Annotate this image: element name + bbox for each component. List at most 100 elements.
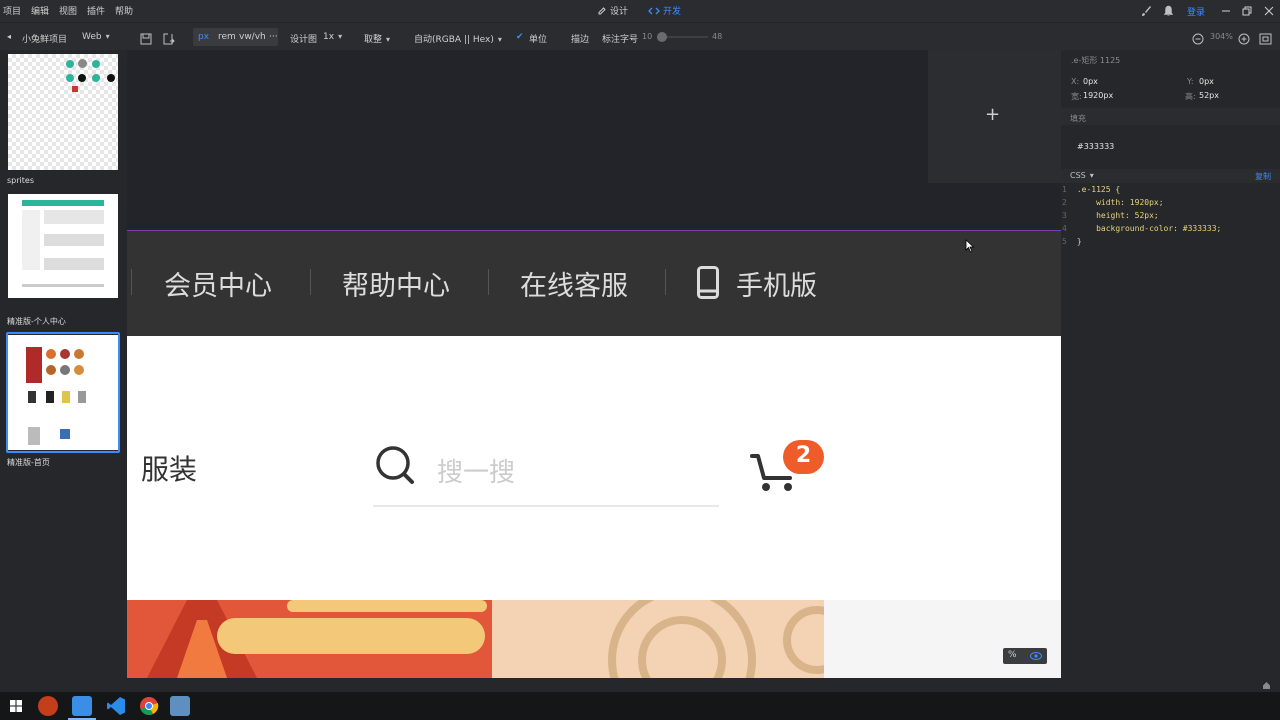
tab-dev-label: 开发 xyxy=(663,7,682,17)
css-select[interactable]: CSS xyxy=(1070,171,1094,180)
vscode-icon[interactable] xyxy=(106,696,126,716)
thumb-product xyxy=(60,349,70,359)
search-icon[interactable] xyxy=(376,446,416,486)
tab-design-label: 设计 xyxy=(610,7,629,17)
home-icon[interactable] xyxy=(1262,681,1271,690)
stroke-toggle[interactable]: 描边 xyxy=(571,32,589,45)
zoom-in-button[interactable] xyxy=(1238,30,1250,49)
nav-mobile[interactable]: 手机版 xyxy=(736,264,817,303)
fill-value[interactable]: #333333 xyxy=(1077,142,1114,151)
sprite-swatch xyxy=(66,60,74,68)
nav-divider xyxy=(310,269,311,295)
thumb-product xyxy=(28,427,40,445)
nav-online-service[interactable]: 在线客服 xyxy=(520,264,628,303)
site-nav-bar[interactable]: 会员中心 帮助中心 在线客服 手机版 xyxy=(127,231,1061,336)
restore-button[interactable] xyxy=(1242,3,1252,19)
thumb-product xyxy=(28,391,36,403)
rounding-select[interactable]: 取整 xyxy=(364,32,390,45)
code-line: 1 .e-1125 { xyxy=(1062,185,1120,194)
canvas-float-tools: % xyxy=(1003,648,1047,664)
tab-design[interactable]: 设计 xyxy=(597,4,628,17)
copy-button[interactable]: 复制 xyxy=(1255,171,1271,182)
inspector-panel: .e-矩形 1125 X: 0px Y: 0px 宽: 1920px 高: 52… xyxy=(1061,50,1280,678)
nav-help-center[interactable]: 帮助中心 xyxy=(342,264,450,303)
windows-start-icon[interactable] xyxy=(10,700,22,712)
thumb-block xyxy=(44,258,104,270)
banner-image[interactable] xyxy=(127,600,824,678)
back-arrow-icon[interactable]: ◂ xyxy=(7,32,11,41)
brush-button[interactable] xyxy=(1140,3,1152,19)
export-button[interactable] xyxy=(140,30,152,49)
minimize-button[interactable] xyxy=(1221,3,1231,19)
page-label: 精准版-首页 xyxy=(7,458,50,467)
menu-view[interactable]: 视图 xyxy=(59,4,77,17)
zoom-out-button[interactable] xyxy=(1192,30,1204,49)
os-taskbar xyxy=(0,692,1280,720)
thumb-footer xyxy=(22,284,104,287)
menu-help[interactable]: 帮助 xyxy=(115,4,133,17)
code-text: } xyxy=(1076,237,1082,246)
thumb-product xyxy=(46,391,54,403)
design-canvas[interactable]: 会员中心 帮助中心 在线客服 手机版 服装 搜一搜 2 % + xyxy=(127,50,1061,678)
layer-name: .e-矩形 1125 xyxy=(1071,56,1121,65)
nav-member-center[interactable]: 会员中心 xyxy=(164,264,272,303)
chrome-icon[interactable] xyxy=(139,696,159,716)
font-slider-handle[interactable] xyxy=(657,32,667,42)
mobile-phone-icon xyxy=(697,266,719,299)
check-icon[interactable]: ✔ xyxy=(516,32,524,42)
y-label: Y: xyxy=(1187,77,1194,86)
width-label: 宽: xyxy=(1071,92,1082,101)
search-input[interactable]: 搜一搜 xyxy=(437,452,515,489)
thumb-sidebar xyxy=(22,210,40,270)
unit-vw[interactable]: vw/vh xyxy=(239,32,266,42)
page-thumbnail-personal-center[interactable] xyxy=(8,194,118,298)
percent-icon[interactable]: % xyxy=(1008,650,1017,660)
menu-edit[interactable]: 编辑 xyxy=(31,4,49,17)
unit-checkbox-label: 单位 xyxy=(529,35,548,45)
login-link[interactable]: 登录 xyxy=(1187,3,1205,19)
menu-project[interactable]: 项目 xyxy=(3,4,21,17)
plus-icon[interactable]: + xyxy=(985,104,1000,125)
design-app-icon[interactable] xyxy=(72,696,92,716)
fit-screen-button[interactable] xyxy=(1259,30,1272,49)
code-line: 3 height: 52px; xyxy=(1062,211,1159,220)
code-text: background-color: #333333; xyxy=(1076,224,1222,233)
line-number: 5 xyxy=(1062,237,1067,246)
category-label[interactable]: 服装 xyxy=(141,448,197,488)
line-number: 2 xyxy=(1062,198,1067,207)
site-header: 服装 搜一搜 2 xyxy=(127,336,1061,600)
x-value[interactable]: 0px xyxy=(1083,77,1098,86)
page-thumbnail-sprites[interactable] xyxy=(8,54,118,170)
restore-icon xyxy=(1242,6,1252,16)
eye-icon[interactable] xyxy=(1030,651,1042,661)
thumb-banner xyxy=(26,347,42,383)
tab-dev[interactable]: 开发 xyxy=(648,4,681,17)
close-button[interactable] xyxy=(1264,3,1274,19)
unit-rem[interactable]: rem xyxy=(218,32,236,42)
menu-plugins[interactable]: 插件 xyxy=(87,4,105,17)
banner-illustration xyxy=(147,600,824,678)
slice-preview-box[interactable]: + xyxy=(928,50,1061,183)
unit-px[interactable]: px xyxy=(198,32,209,42)
cart-count: 2 xyxy=(795,443,812,468)
project-name[interactable]: 小兔鲜项目 xyxy=(22,32,67,45)
notification-button[interactable] xyxy=(1163,3,1174,19)
share-button[interactable] xyxy=(163,30,175,49)
y-value[interactable]: 0px xyxy=(1199,77,1214,86)
notes-app-icon[interactable] xyxy=(170,696,190,716)
code-line: 4 background-color: #333333; xyxy=(1062,224,1221,233)
close-icon xyxy=(1264,6,1274,16)
platform-select[interactable]: Web xyxy=(82,32,110,42)
width-value[interactable]: 1920px xyxy=(1083,91,1113,100)
design-scale-select[interactable]: 1x xyxy=(323,32,342,42)
unit-more[interactable]: ··· xyxy=(269,32,278,42)
height-value[interactable]: 52px xyxy=(1199,91,1219,100)
thumb-product xyxy=(60,429,70,439)
thumb-product xyxy=(78,391,86,403)
powerpoint-icon[interactable] xyxy=(38,696,58,716)
sprite-swatch xyxy=(107,74,115,82)
thumb-product xyxy=(60,365,70,375)
mouse-cursor-icon xyxy=(965,239,975,253)
page-thumbnail-home[interactable] xyxy=(8,335,118,450)
color-format-select[interactable]: 自动(RGBA || Hex) xyxy=(414,32,502,45)
